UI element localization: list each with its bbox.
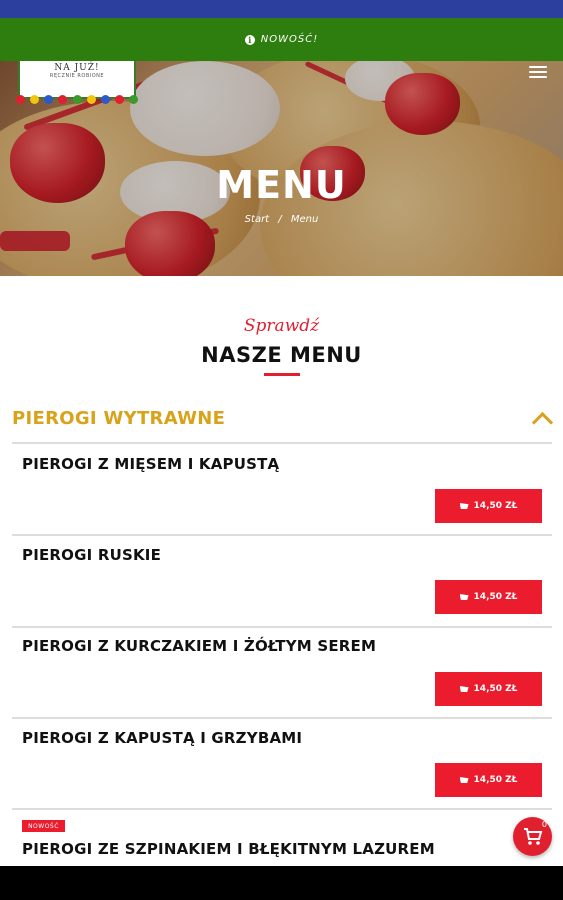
breadcrumb-home[interactable]: Start [245,214,269,225]
section-title: NASZE MENU [201,343,362,367]
price-label: 14,50 ZŁ [473,684,518,694]
menu-item-name: PIEROGI ZE SZPINAKIEM I BŁĘKITNYM LAZURE… [22,840,435,858]
cart-count: 0 [541,820,547,829]
menu-item-name: PIEROGI Z KAPUSTĄ I GRZYBAMI [22,729,303,747]
breadcrumb-current: Menu [290,214,319,225]
add-to-cart-button[interactable]: 14,50 ZŁ [435,672,542,706]
system-status-bar [0,0,563,18]
price-label: 14,50 ZŁ [473,592,518,602]
logo-subtitle: RĘCZNIE ROBIONE [49,73,105,79]
menu-item: PIEROGI Z KURCZAKIEM I ŻÓŁTYM SEREM 14,5… [12,627,552,719]
cart-button[interactable]: 0 [513,817,552,856]
system-navigation-bar [0,866,563,900]
category-header[interactable]: PIEROGI WYTRAWNE [12,402,554,444]
category-label: PIEROGI WYTRAWNE [12,408,226,429]
section-underline [264,373,300,376]
cart-icon [523,827,542,845]
add-to-cart-button[interactable]: 14,50 ZŁ [435,763,542,797]
menu-item-name: PIEROGI RUSKIE [22,546,162,564]
logo-flowers [16,95,138,105]
add-to-cart-button[interactable]: 14,50 ZŁ [435,580,542,614]
menu-item: NOWOŚĆ PIEROGI ZE SZPINAKIEM I BŁĘKITNYM… [12,810,552,866]
add-to-cart-button[interactable]: 14,50 ZŁ [435,489,542,523]
menu-item-name: PIEROGI Z MIĘSEM I KAPUSTĄ [22,455,280,473]
brand-logo[interactable]: NA JUŻ! RĘCZNIE ROBIONE [16,61,138,104]
menu-item: PIEROGI RUSKIE 14,50 ZŁ [12,536,552,628]
menu-item: PIEROGI Z MIĘSEM I KAPUSTĄ 14,50 ZŁ [12,444,552,536]
cart-icon [459,594,469,600]
hamburger-menu-icon[interactable] [529,66,547,78]
cart-icon [459,503,469,509]
chevron-up-icon[interactable] [531,411,554,434]
menu-item-name: PIEROGI Z KURCZAKIEM I ŻÓŁTYM SEREM [22,637,377,655]
price-label: 14,50 ZŁ [473,775,518,785]
cart-icon [459,777,469,783]
info-icon: i [244,34,255,45]
news-bar[interactable]: i NOWOŚĆ! [0,18,563,61]
menu-item: PIEROGI Z KAPUSTĄ I GRZYBAMI 14,50 ZŁ [12,718,552,810]
logo-name: NA JUŻ! [54,63,100,73]
section-kicker: Sprawdź [243,316,320,336]
breadcrumb-separator: / [278,214,282,225]
news-text: NOWOŚĆ! [260,34,319,45]
breadcrumb: Start / Menu [0,214,563,225]
page-title: MENU [216,163,347,207]
price-label: 14,50 ZŁ [473,501,518,511]
new-badge: NOWOŚĆ [22,820,65,832]
cart-icon [459,686,469,692]
